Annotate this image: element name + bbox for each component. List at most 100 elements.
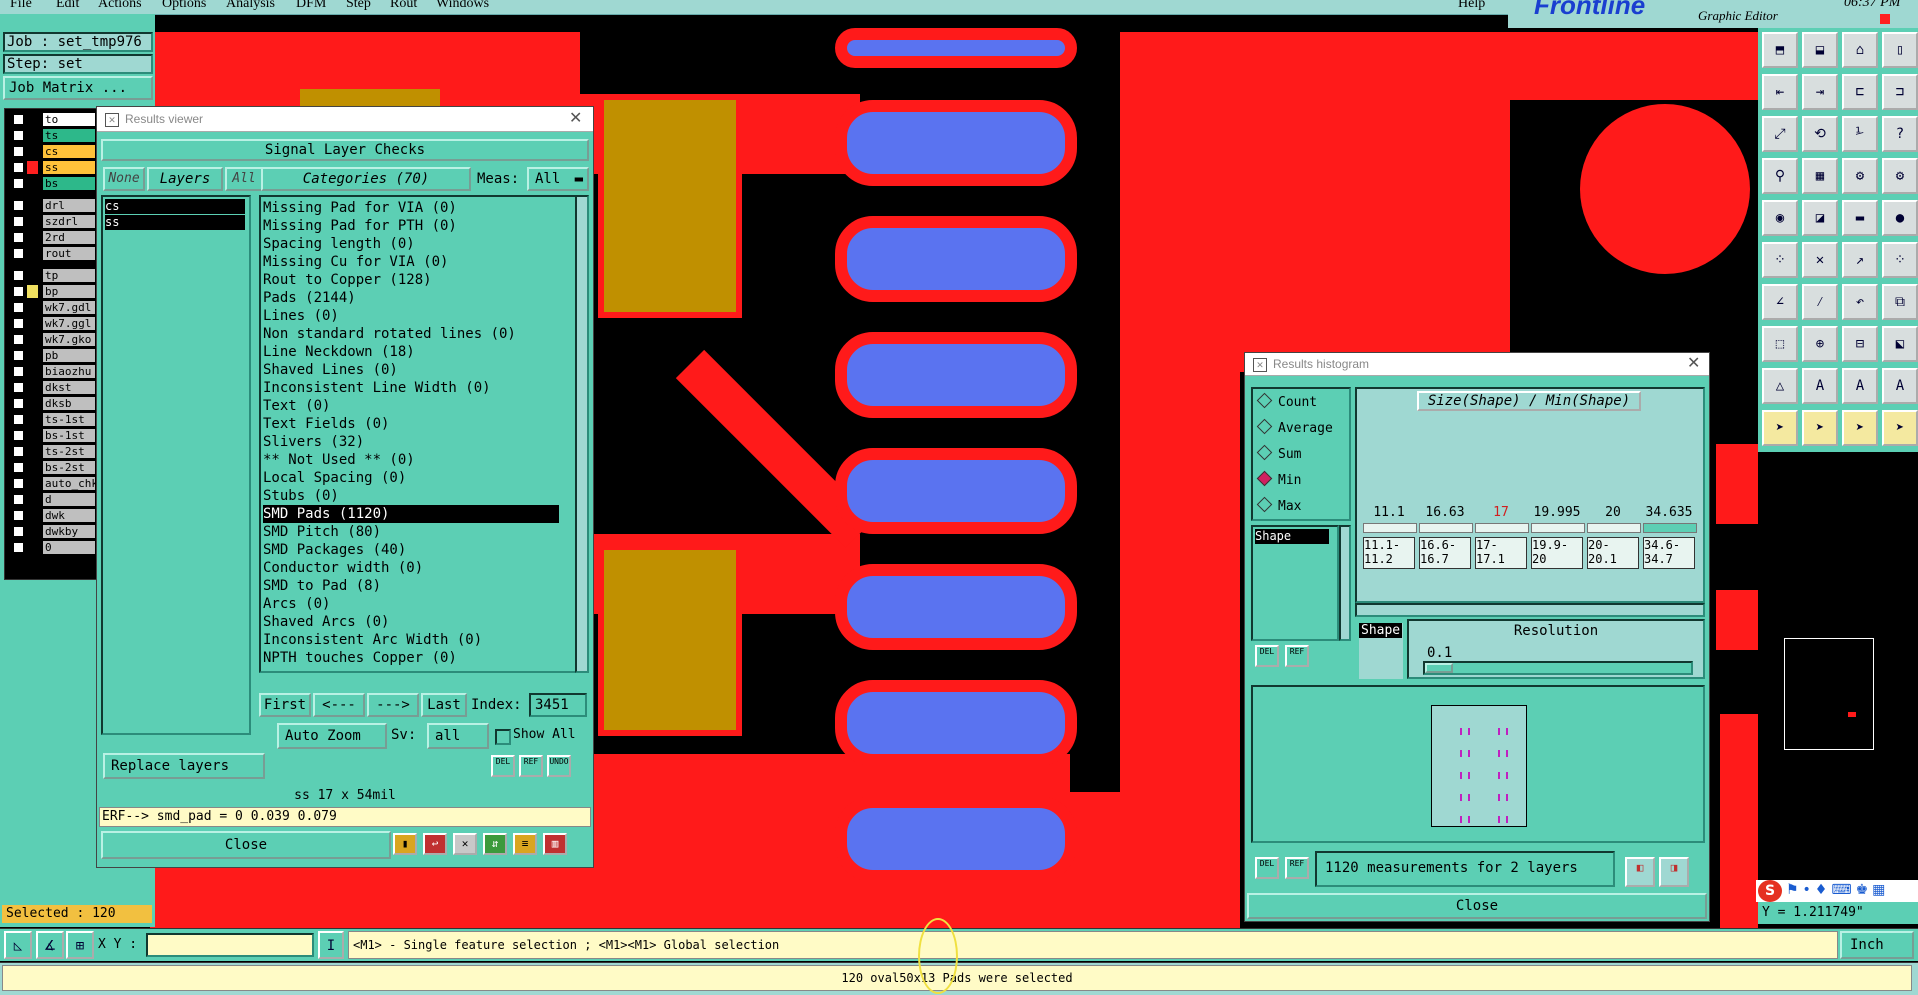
none-button[interactable]: None	[103, 167, 145, 191]
close-button[interactable]: Close	[101, 831, 391, 859]
text-c-icon[interactable]: A	[1882, 368, 1918, 404]
show-all-checkbox[interactable]	[495, 729, 511, 745]
smd-pad[interactable]	[835, 564, 1077, 650]
category-item[interactable]: ** Not Used ** (0)	[263, 451, 559, 469]
help-icon[interactable]: ?	[1882, 116, 1918, 152]
select-more-icon[interactable]: ➤	[1882, 410, 1918, 446]
category-item[interactable]: Spacing length (0)	[263, 235, 559, 253]
grid-icon[interactable]: ⊞	[66, 931, 94, 959]
snap-icon[interactable]: ◺	[4, 931, 32, 959]
category-item[interactable]: Conductor width (0)	[263, 559, 559, 577]
histogram-scrollbar[interactable]	[1355, 603, 1705, 617]
menu-windows[interactable]: Windows	[436, 0, 489, 12]
layer-color-swatch[interactable]	[27, 145, 38, 158]
category-item[interactable]: SMD Pads (1120)	[263, 505, 559, 523]
layer-color-swatch[interactable]	[27, 397, 38, 410]
layer-color-swatch[interactable]	[27, 477, 38, 490]
zoom-out-icon[interactable]: ⬓	[1802, 32, 1838, 68]
fill-icon[interactable]: ⬕	[1882, 326, 1918, 362]
layer-color-swatch[interactable]	[27, 429, 38, 442]
layer-checkbox[interactable]	[13, 302, 24, 313]
zoom-fit-icon[interactable]: ⤢	[1762, 116, 1798, 152]
layer-checkbox[interactable]	[13, 510, 24, 521]
close-icon[interactable]: ✕	[1687, 353, 1700, 372]
layer-checkbox[interactable]	[13, 178, 24, 189]
redraw-icon[interactable]: ⟲	[1802, 116, 1838, 152]
select-net-icon[interactable]: ➤	[1842, 410, 1878, 446]
pad-icon[interactable]: ●	[1882, 200, 1918, 236]
layer-color-swatch[interactable]	[27, 161, 38, 174]
report-icon[interactable]: ≡	[513, 833, 537, 855]
mode-radio-average[interactable]: Average	[1256, 418, 1333, 436]
smd-pad[interactable]	[835, 216, 1077, 302]
layer-color-swatch[interactable]	[27, 381, 38, 394]
units-select[interactable]: Inch	[1840, 931, 1914, 959]
text-a-icon[interactable]: A	[1802, 368, 1838, 404]
ref-button[interactable]: REF	[1285, 645, 1309, 667]
overview-map[interactable]	[1758, 450, 1918, 777]
chart-icon[interactable]: ▥	[543, 833, 567, 855]
layer-color-swatch[interactable]	[27, 231, 38, 244]
layer-checkbox[interactable]	[13, 334, 24, 345]
auto-zoom-select[interactable]: Auto Zoom	[277, 723, 387, 749]
results-histogram-titlebar[interactable]: ✕ Results histogram ✕	[1245, 353, 1709, 376]
category-item[interactable]: Inconsistent Arc Width (0)	[263, 631, 559, 649]
category-item[interactable]: Missing Pad for PTH (0)	[263, 217, 559, 235]
category-item[interactable]: Local Spacing (0)	[263, 469, 559, 487]
del-button[interactable]: DEL	[491, 755, 515, 777]
meas-select[interactable]: All ▬	[527, 167, 589, 191]
layer-color-swatch[interactable]	[27, 541, 38, 554]
layer-checkbox[interactable]	[13, 398, 24, 409]
del-button[interactable]: DEL	[1255, 857, 1279, 879]
settings-alt-icon[interactable]: ⚙	[1882, 158, 1918, 194]
next-feature-icon[interactable]: ◨	[1659, 857, 1689, 887]
cut-icon[interactable]: ✕	[1802, 242, 1838, 278]
shape-item[interactable]: Shape	[1255, 529, 1329, 544]
smd-pad[interactable]	[835, 28, 1077, 68]
tool-icon[interactable]: ⚲	[1762, 158, 1798, 194]
layer-item-cs[interactable]: cs	[105, 199, 245, 214]
first-button[interactable]: First	[259, 693, 311, 717]
layer-checkbox[interactable]	[13, 114, 24, 125]
mode-radio-max[interactable]: Max	[1256, 496, 1301, 514]
category-item[interactable]: Arcs (0)	[263, 595, 559, 613]
layer-checkbox[interactable]	[13, 200, 24, 211]
prev-button[interactable]: <---	[313, 693, 365, 717]
add-icon[interactable]: ⊕	[1802, 326, 1838, 362]
layer-checkbox[interactable]	[13, 542, 24, 553]
box-icon[interactable]: ⬚	[1762, 326, 1798, 362]
layer-checkbox[interactable]	[13, 478, 24, 489]
layer-checkbox[interactable]	[13, 350, 24, 361]
grid-icon[interactable]: ▦	[1802, 158, 1838, 194]
layer-color-swatch[interactable]	[27, 215, 38, 228]
line-icon[interactable]: ▬	[1842, 200, 1878, 236]
layer-checkbox[interactable]	[13, 232, 24, 243]
layer-checkbox[interactable]	[13, 318, 24, 329]
layer-color-swatch[interactable]	[27, 317, 38, 330]
angle-icon[interactable]: ∠	[1762, 284, 1798, 320]
connect-icon[interactable]: ⁘	[1762, 242, 1798, 278]
layer-checkbox[interactable]	[13, 430, 24, 441]
cursor-icon[interactable]: I	[318, 931, 344, 959]
clear-icon[interactable]: ✕	[453, 833, 477, 855]
menu-analysis[interactable]: Analysis	[226, 0, 275, 12]
results-viewer-titlebar[interactable]: ✕ Results viewer ✕	[97, 107, 593, 132]
layer-checkbox[interactable]	[13, 248, 24, 259]
category-item[interactable]: Pads (2144)	[263, 289, 559, 307]
category-item[interactable]: SMD Packages (40)	[263, 541, 559, 559]
mode-radio-sum[interactable]: Sum	[1256, 444, 1301, 462]
index-input[interactable]: 3451	[529, 693, 587, 717]
category-item[interactable]: Slivers (32)	[263, 433, 559, 451]
undo-icon[interactable]: ↶	[1842, 284, 1878, 320]
layer-checkbox[interactable]	[13, 526, 24, 537]
histogram-bar[interactable]	[1643, 523, 1697, 533]
smd-pad[interactable]	[835, 796, 1077, 882]
resolution-slider[interactable]	[1423, 661, 1693, 675]
pan-icon[interactable]: ⊐	[1882, 74, 1918, 110]
close-button[interactable]: Close	[1247, 893, 1707, 919]
layer-checkbox[interactable]	[13, 446, 24, 457]
pan-left-icon[interactable]: ⇤	[1762, 74, 1798, 110]
scale-icon[interactable]: ⅟	[1842, 116, 1878, 152]
category-item[interactable]: Rout to Copper (128)	[263, 271, 559, 289]
layer-color-swatch[interactable]	[27, 333, 38, 346]
